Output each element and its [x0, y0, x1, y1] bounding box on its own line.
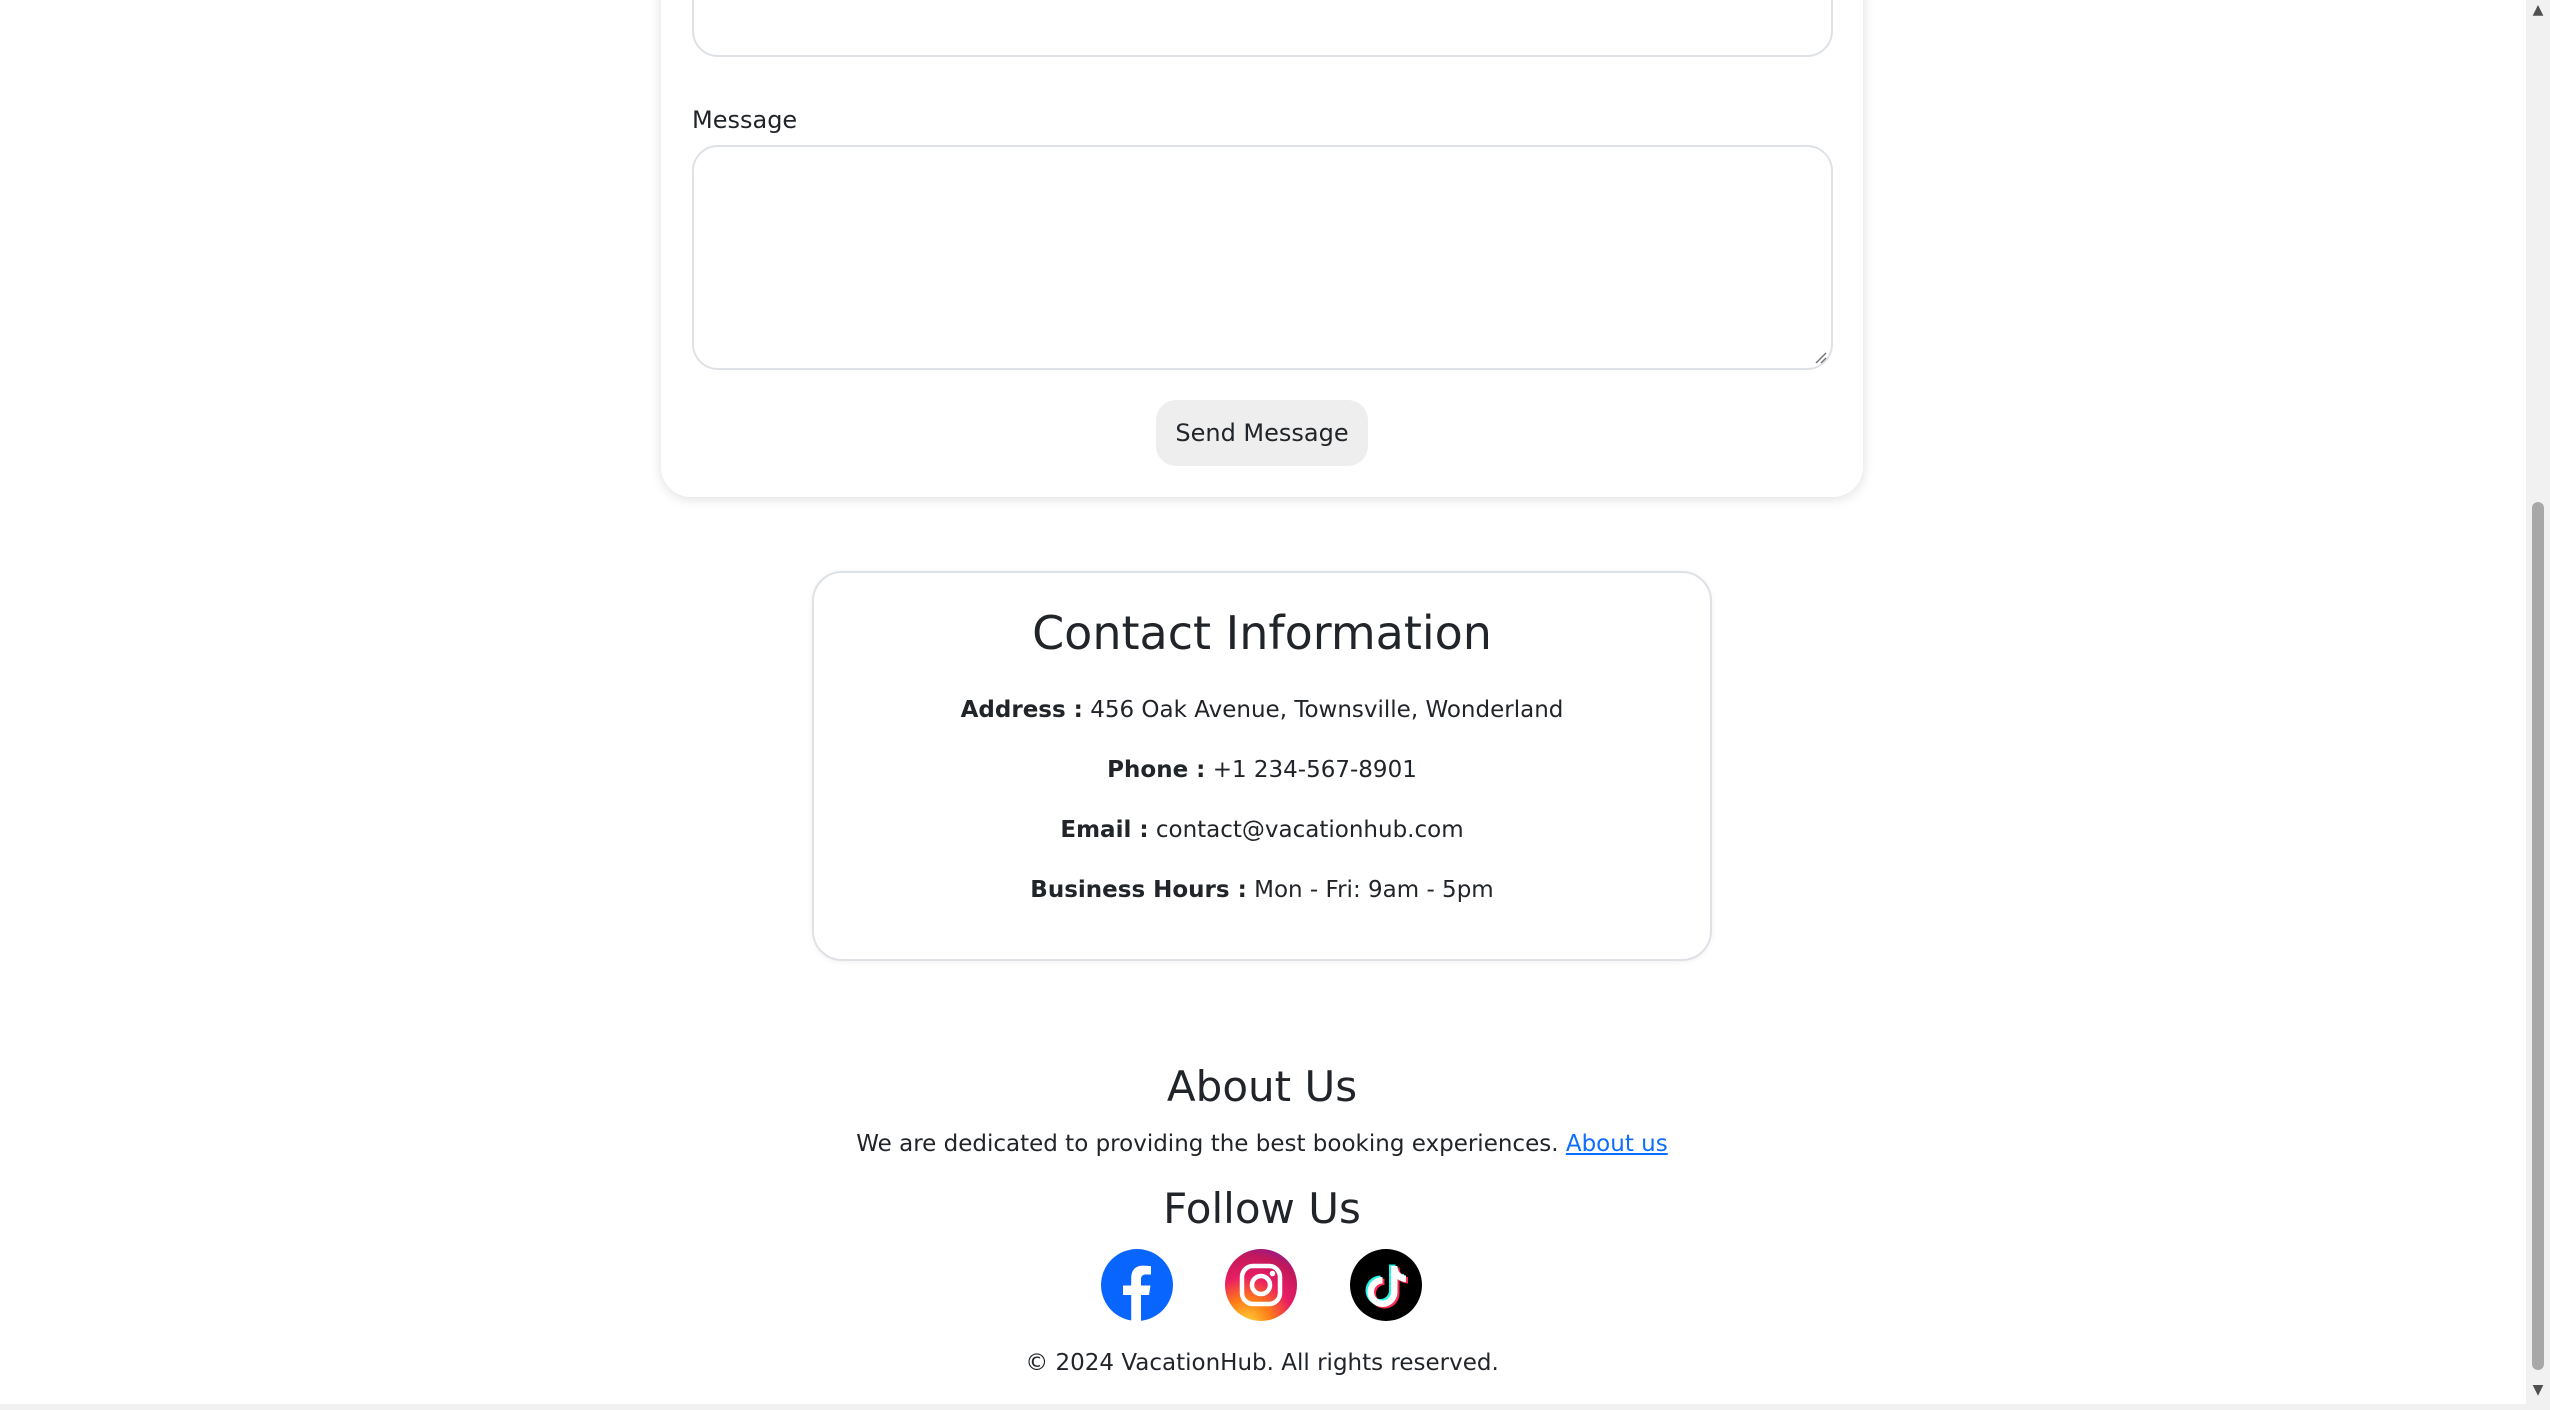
follow-us-title: Follow Us: [1163, 1184, 1361, 1233]
tiktok-link[interactable]: [1350, 1249, 1422, 1321]
email-line: Email : contact@vacationhub.com: [814, 817, 1710, 843]
vertical-scrollbar[interactable]: ▲ ▼: [2526, 0, 2550, 1410]
address-label: Address :: [960, 697, 1083, 723]
message-textarea[interactable]: [692, 145, 1833, 370]
send-message-button[interactable]: Send Message: [1156, 400, 1368, 466]
address-value: 456 Oak Avenue, Townsville, Wonderland: [1090, 697, 1564, 723]
contact-information-card: Contact Information Address : 456 Oak Av…: [812, 571, 1712, 961]
email-value: contact@vacationhub.com: [1155, 817, 1464, 843]
contact-information-title: Contact Information: [1032, 606, 1492, 660]
phone-value: +1 234-567-8901: [1212, 757, 1417, 783]
facebook-icon: [1101, 1249, 1173, 1321]
horizontal-scrollbar-track: [0, 1404, 2526, 1410]
instagram-link[interactable]: [1225, 1249, 1297, 1321]
tiktok-icon: [1350, 1249, 1422, 1321]
copyright-text: © 2024 VacationHub. All rights reserved.: [1025, 1350, 1499, 1376]
phone-label: Phone :: [1107, 757, 1206, 783]
facebook-link[interactable]: [1101, 1249, 1173, 1321]
about-us-description: We are dedicated to providing the best b…: [856, 1131, 1559, 1157]
message-label: Message: [692, 106, 798, 134]
page: Message Send Message Contact Information…: [0, 0, 2550, 1410]
business-hours-label: Business Hours :: [1030, 877, 1247, 903]
scrollbar-thumb[interactable]: [2532, 502, 2544, 1370]
subject-input[interactable]: [692, 0, 1833, 57]
instagram-icon: [1225, 1249, 1297, 1321]
about-us-link[interactable]: About us: [1566, 1131, 1668, 1157]
business-hours-line: Business Hours : Mon - Fri: 9am - 5pm: [814, 877, 1710, 903]
about-us-text: We are dedicated to providing the best b…: [0, 1131, 2524, 1157]
about-us-title: About Us: [1166, 1062, 1358, 1111]
business-hours-value: Mon - Fri: 9am - 5pm: [1254, 877, 1494, 903]
phone-line: Phone : +1 234-567-8901: [814, 757, 1710, 783]
address-line: Address : 456 Oak Avenue, Townsville, Wo…: [814, 697, 1710, 723]
scroll-up-arrow-icon[interactable]: ▲: [2530, 2, 2546, 18]
scroll-down-arrow-icon[interactable]: ▼: [2530, 1382, 2546, 1398]
resize-grip-icon[interactable]: [1813, 350, 1827, 364]
email-label: Email :: [1060, 817, 1149, 843]
